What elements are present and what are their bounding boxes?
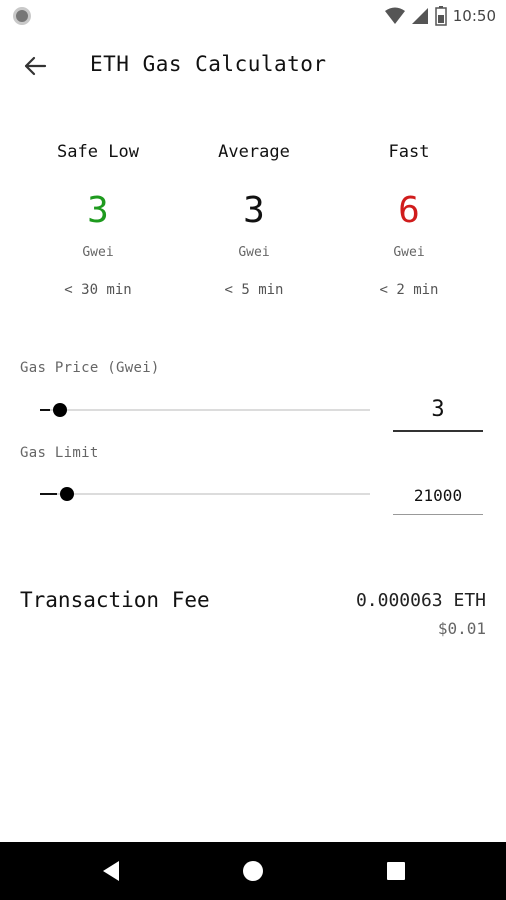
tier-label: Average — [218, 142, 290, 162]
tier-time: < 2 min — [379, 282, 439, 298]
home-circle-icon — [243, 861, 263, 881]
signal-icon — [411, 8, 428, 24]
battery-icon — [435, 6, 447, 26]
tier-value: 3 — [243, 190, 265, 231]
slider-thumb[interactable] — [52, 403, 67, 417]
tier-value: 3 — [87, 190, 109, 231]
nav-home-button[interactable] — [238, 856, 268, 886]
system-nav-bar — [0, 842, 506, 900]
wifi-icon — [384, 7, 405, 24]
tier-average: Average 3 Gwei < 5 min — [179, 140, 329, 300]
gas-price-input[interactable] — [393, 394, 483, 424]
status-right-group: 10:50 — [384, 6, 496, 26]
tier-unit: Gwei — [238, 245, 270, 260]
gas-limit-label: Gas Limit — [20, 445, 99, 461]
status-time: 10:50 — [452, 7, 496, 25]
slider-fill — [40, 493, 57, 495]
back-triangle-icon — [103, 861, 119, 881]
slider-track — [40, 493, 370, 495]
gas-limit-input[interactable] — [393, 482, 483, 508]
slider-fill — [40, 409, 50, 411]
tier-unit: Gwei — [82, 245, 114, 260]
slider-thumb[interactable] — [59, 487, 74, 501]
arrow-left-icon — [24, 56, 47, 76]
back-button[interactable] — [18, 52, 52, 80]
tier-unit: Gwei — [393, 245, 425, 260]
tier-time: < 5 min — [224, 282, 284, 298]
gas-price-input-underline — [393, 430, 483, 432]
transaction-fee-label: Transaction Fee — [20, 588, 210, 612]
slider-track — [40, 409, 370, 411]
gas-limit-slider[interactable] — [40, 484, 370, 504]
tier-fast: Fast 6 Gwei < 2 min — [334, 140, 484, 300]
tier-label: Safe Low — [57, 142, 139, 162]
page-title: ETH Gas Calculator — [90, 52, 327, 76]
status-bar: 10:50 — [0, 0, 506, 32]
tier-safe-low: Safe Low 3 Gwei < 30 min — [23, 140, 173, 300]
nav-back-button[interactable] — [96, 856, 126, 886]
tier-value: 6 — [398, 190, 420, 231]
transaction-fee-usd: $0.01 — [437, 619, 486, 638]
app-bar: ETH Gas Calculator — [0, 40, 506, 96]
tier-time: < 30 min — [64, 282, 132, 298]
transaction-fee-eth: 0.000063 ETH — [355, 590, 486, 611]
notification-dot-icon — [13, 7, 31, 25]
nav-recents-button[interactable] — [381, 856, 411, 886]
gas-limit-input-underline — [393, 514, 483, 515]
recents-square-icon — [387, 862, 405, 880]
gas-price-label: Gas Price (Gwei) — [20, 360, 160, 376]
tier-label: Fast — [388, 142, 430, 162]
gas-price-slider[interactable] — [40, 400, 370, 420]
